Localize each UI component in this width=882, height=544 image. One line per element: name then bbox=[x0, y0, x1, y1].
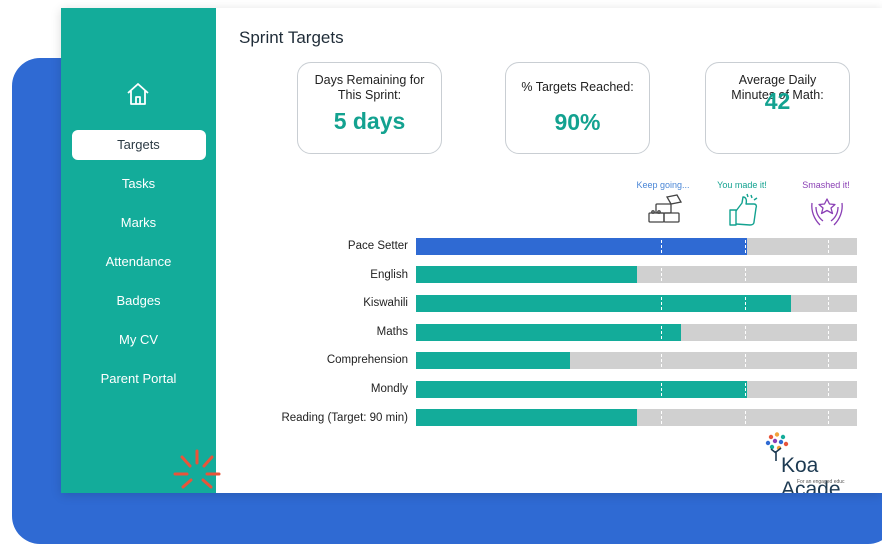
row-label-mondly: Mondly bbox=[370, 383, 408, 395]
logo-tagline: For an engaged educ bbox=[797, 479, 845, 485]
progress-track-comprehension bbox=[416, 352, 857, 369]
milestone-marker bbox=[661, 326, 663, 339]
milestone-marker bbox=[744, 354, 746, 367]
sidebar-item-badges[interactable]: Badges bbox=[61, 281, 216, 320]
sidebar-item-my-cv[interactable]: My CV bbox=[61, 320, 216, 359]
progress-fill-reading bbox=[416, 409, 637, 426]
milestone-marker bbox=[744, 326, 746, 339]
milestone-marker bbox=[661, 383, 663, 396]
progress-track-kiswahili bbox=[416, 295, 857, 312]
progress-fill-comprehension bbox=[416, 352, 571, 369]
sidebar: Targets Tasks Marks Attendance Badges My… bbox=[61, 8, 216, 493]
milestone-marker bbox=[744, 411, 746, 424]
sidebar-item-targets[interactable]: Targets bbox=[61, 125, 216, 164]
milestone-smashed-it-label: Smashed it! bbox=[802, 180, 850, 190]
milestone-keep-going-label: Keep going... bbox=[636, 180, 690, 190]
progress-fill-pace-setter bbox=[416, 238, 747, 255]
sidebar-item-attendance[interactable]: Attendance bbox=[61, 242, 216, 281]
milestone-marker bbox=[828, 411, 830, 424]
daily-math-minutes-card: Average Daily Minutes of Math: 42 bbox=[705, 62, 850, 154]
milestone-marker bbox=[744, 383, 746, 396]
thumbs-up-icon bbox=[729, 193, 758, 226]
spark-decoration-icon bbox=[173, 449, 221, 489]
sidebar-item-label: Marks bbox=[120, 215, 157, 230]
milestone-marker bbox=[661, 297, 663, 310]
milestone-marker bbox=[661, 268, 663, 281]
sidebar-item-label: My CV bbox=[119, 332, 158, 347]
milestone-marker bbox=[828, 268, 830, 281]
card-value: 5 days bbox=[333, 108, 406, 134]
row-label-pace-setter: Pace Setter bbox=[347, 240, 408, 252]
row-label-kiswahili: Kiswahili bbox=[363, 297, 408, 309]
home-icon[interactable] bbox=[124, 80, 152, 108]
milestone-marker bbox=[828, 354, 830, 367]
milestone-marker bbox=[828, 326, 830, 339]
progress-fill-kiswahili bbox=[416, 295, 791, 312]
star-hands-icon bbox=[811, 198, 843, 226]
progress-fill-mondly bbox=[416, 381, 747, 398]
progress-track-pace-setter bbox=[416, 238, 857, 255]
milestone-marker bbox=[828, 297, 830, 310]
card-label: Days Remaining for This Sprint: bbox=[314, 73, 425, 102]
sidebar-item-label: Parent Portal bbox=[100, 371, 177, 386]
progress-track-mondly bbox=[416, 381, 857, 398]
card-value: 90% bbox=[554, 109, 601, 135]
row-label-reading: Reading (Target: 90 min) bbox=[281, 412, 408, 424]
card-value: 42 bbox=[764, 88, 791, 114]
sidebar-item-label: Targets bbox=[71, 129, 206, 160]
milestone-marker bbox=[661, 411, 663, 424]
sidebar-item-label: Tasks bbox=[121, 176, 156, 191]
targets-reached-card: % Targets Reached: 90% bbox=[505, 62, 650, 154]
milestone-you-made-it-label: You made it! bbox=[717, 180, 767, 190]
sidebar-item-tasks[interactable]: Tasks bbox=[61, 164, 216, 203]
milestone-marker bbox=[828, 383, 830, 396]
progress-fill-maths bbox=[416, 324, 681, 341]
progress-track-reading bbox=[416, 409, 857, 426]
bricks-icon bbox=[648, 194, 683, 223]
progress-track-maths bbox=[416, 324, 857, 341]
progress-fill-english bbox=[416, 266, 637, 283]
milestone-marker bbox=[661, 240, 663, 253]
row-label-comprehension: Comprehension bbox=[326, 354, 408, 366]
main-content: Sprint Targets Days Remaining for This S… bbox=[216, 8, 882, 493]
progress-track-english bbox=[416, 266, 857, 283]
milestone-marker bbox=[661, 354, 663, 367]
row-label-maths: Maths bbox=[376, 326, 408, 338]
sidebar-item-label: Attendance bbox=[105, 254, 172, 269]
card-label: % Targets Reached: bbox=[521, 80, 634, 94]
logo-name: Koa Acade bbox=[781, 454, 841, 493]
milestone-marker bbox=[744, 297, 746, 310]
sidebar-nav: Targets Tasks Marks Attendance Badges My… bbox=[61, 125, 216, 398]
sidebar-item-parent-portal[interactable]: Parent Portal bbox=[61, 359, 216, 398]
days-remaining-card: Days Remaining for This Sprint: 5 days bbox=[297, 62, 442, 154]
app-window: Targets Tasks Marks Attendance Badges My… bbox=[61, 8, 882, 493]
milestone-marker bbox=[828, 240, 830, 253]
sidebar-item-marks[interactable]: Marks bbox=[61, 203, 216, 242]
page-title: Sprint Targets bbox=[239, 28, 344, 47]
row-label-english: English bbox=[370, 269, 408, 281]
milestone-marker bbox=[744, 240, 746, 253]
milestone-marker bbox=[744, 268, 746, 281]
sidebar-item-label: Badges bbox=[116, 293, 161, 308]
